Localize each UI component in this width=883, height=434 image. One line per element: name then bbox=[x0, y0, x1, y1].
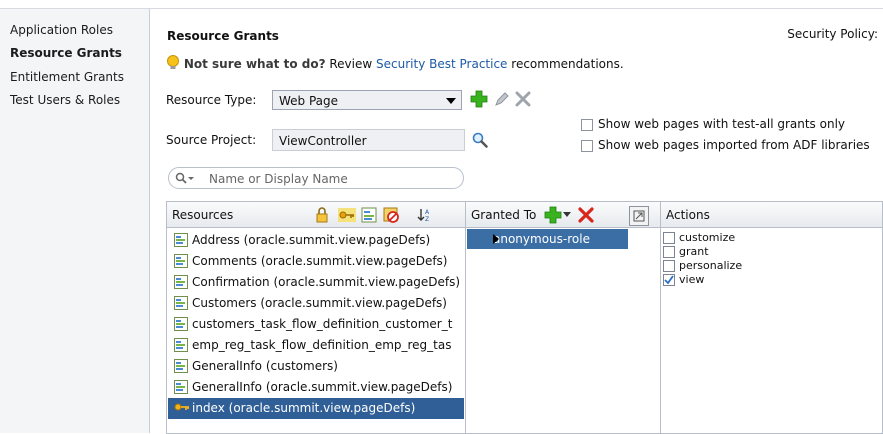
search-input[interactable]: Name or Display Name bbox=[168, 167, 464, 189]
source-project-value: ViewController bbox=[279, 134, 367, 148]
customize-checkbox[interactable] bbox=[663, 232, 675, 244]
lock-filter-icon[interactable] bbox=[313, 206, 331, 224]
resource-row[interactable]: Comments (oracle.summit.view.pageDefs) bbox=[168, 251, 464, 272]
show-test-all-label: Show web pages with test-all grants only bbox=[598, 117, 846, 131]
key-filter-icon[interactable] bbox=[338, 206, 356, 224]
resource-label: Comments (oracle.summit.view.pageDefs) bbox=[192, 254, 448, 268]
resource-row[interactable]: GeneralInfo (oracle.summit.view.pageDefs… bbox=[168, 377, 464, 398]
left-nav: Application Roles Resource Grants Entitl… bbox=[0, 9, 150, 433]
top-border bbox=[0, 0, 883, 9]
main-panel: Resource Grants Security Policy: Not sur… bbox=[150, 9, 883, 434]
expand-view-button[interactable] bbox=[629, 206, 649, 226]
resource-row[interactable]: Address (oracle.summit.view.pageDefs) bbox=[168, 230, 464, 251]
resource-label: GeneralInfo (customers) bbox=[192, 359, 338, 373]
search-dropdown-icon[interactable] bbox=[175, 172, 201, 188]
checkmark-icon bbox=[664, 275, 674, 285]
resource-row[interactable]: customers_task_flow_definition_customer_… bbox=[168, 314, 464, 335]
exclude-filter-icon[interactable] bbox=[382, 206, 400, 224]
nav-item-entitlement-grants[interactable]: Entitlement Grants bbox=[10, 70, 124, 84]
resource-label: customers_task_flow_definition_customer_… bbox=[192, 317, 453, 331]
resource-label: index (oracle.summit.view.pageDefs) bbox=[192, 401, 416, 415]
granted-to-header: Granted To bbox=[466, 202, 660, 228]
resource-type-value: Web Page bbox=[279, 94, 339, 108]
personalize-checkbox[interactable] bbox=[663, 260, 675, 272]
search-placeholder: Name or Display Name bbox=[209, 172, 348, 186]
page-def-icon bbox=[174, 254, 188, 271]
action-label: grant bbox=[679, 245, 709, 258]
security-policy-label: Security Policy: bbox=[787, 27, 878, 41]
add-grantee-button[interactable] bbox=[544, 206, 562, 224]
resource-row-selected[interactable]: index (oracle.summit.view.pageDefs) bbox=[168, 398, 464, 419]
browse-project-button[interactable] bbox=[472, 132, 488, 151]
resource-label: Address (oracle.summit.view.pageDefs) bbox=[192, 233, 431, 247]
delete-icon bbox=[515, 91, 531, 107]
add-grantee-dropdown-icon[interactable] bbox=[562, 206, 572, 224]
action-label: customize bbox=[679, 231, 736, 244]
grantee-label: anonymous-role bbox=[493, 232, 590, 246]
resource-row[interactable]: GeneralInfo (customers) bbox=[168, 356, 464, 377]
granted-to-column-label: Granted To bbox=[471, 208, 537, 222]
chevron-right-icon bbox=[493, 234, 499, 244]
search-icon bbox=[472, 132, 488, 148]
actions-header: Actions bbox=[661, 202, 882, 228]
page-def-icon bbox=[174, 317, 188, 334]
hint-rest: recommendations. bbox=[511, 57, 624, 71]
page-def-icon bbox=[174, 233, 188, 250]
hint-line: Not sure what to do? Review Security Bes… bbox=[166, 55, 624, 71]
page-title: Resource Grants bbox=[167, 29, 279, 43]
actions-column-label: Actions bbox=[666, 208, 710, 222]
security-best-practice-link[interactable]: Security Best Practice bbox=[376, 57, 507, 71]
resource-label: GeneralInfo (oracle.summit.view.pageDefs… bbox=[192, 380, 453, 394]
add-resource-type-button[interactable] bbox=[469, 89, 489, 109]
resource-row[interactable]: Confirmation (oracle.summit.view.pageDef… bbox=[168, 272, 464, 293]
chevron-down-icon bbox=[446, 98, 456, 104]
svg-text:Z: Z bbox=[425, 216, 429, 223]
nav-item-resource-grants[interactable]: Resource Grants bbox=[10, 46, 122, 60]
pencil-icon bbox=[495, 92, 509, 106]
show-test-all-checkbox[interactable] bbox=[581, 119, 593, 131]
resource-row[interactable]: emp_reg_task_flow_definition_emp_reg_tas bbox=[168, 335, 464, 356]
page-filter-icon[interactable] bbox=[360, 206, 378, 224]
grant-checkbox[interactable] bbox=[663, 246, 675, 258]
resources-header: Resources AZ bbox=[167, 202, 465, 228]
edit-resource-type-button[interactable] bbox=[492, 89, 512, 109]
page-def-icon bbox=[174, 359, 188, 376]
sort-icon[interactable]: AZ bbox=[416, 206, 434, 224]
page-def-icon bbox=[174, 380, 188, 397]
delete-resource-type-button[interactable] bbox=[513, 89, 533, 109]
source-project-label: Source Project: bbox=[166, 133, 257, 147]
page-def-icon bbox=[174, 338, 188, 355]
view-checkbox[interactable] bbox=[663, 274, 675, 286]
show-imported-label: Show web pages imported from ADF librari… bbox=[598, 138, 870, 152]
lightbulb-icon bbox=[166, 55, 184, 71]
svg-text:A: A bbox=[425, 209, 430, 216]
hint-review: Review bbox=[329, 57, 373, 71]
show-imported-checkbox[interactable] bbox=[581, 140, 593, 152]
grantee-row-selected[interactable]: anonymous-role bbox=[467, 229, 628, 249]
nav-item-application-roles[interactable]: Application Roles bbox=[10, 23, 113, 37]
resource-row[interactable]: Customers (oracle.summit.view.pageDefs) bbox=[168, 293, 464, 314]
page-def-icon bbox=[174, 296, 188, 313]
column-divider bbox=[465, 202, 466, 433]
resource-label: Customers (oracle.summit.view.pageDefs) bbox=[192, 296, 447, 310]
resource-label: Confirmation (oracle.summit.view.pageDef… bbox=[192, 275, 461, 289]
hint-question: Not sure what to do? bbox=[183, 57, 326, 71]
nav-item-test-users-roles[interactable]: Test Users & Roles bbox=[10, 93, 120, 107]
remove-grantee-button[interactable] bbox=[577, 206, 595, 224]
key-icon bbox=[174, 401, 190, 415]
resource-type-label: Resource Type: bbox=[166, 93, 257, 107]
resource-label: emp_reg_task_flow_definition_emp_reg_tas bbox=[192, 338, 452, 352]
source-project-field[interactable]: ViewController bbox=[272, 129, 465, 151]
action-label: personalize bbox=[679, 259, 743, 272]
resources-column-label: Resources bbox=[172, 208, 234, 222]
action-label: view bbox=[679, 273, 705, 286]
column-divider bbox=[660, 202, 661, 433]
add-icon bbox=[470, 90, 488, 108]
grants-grid: Resources AZ Granted To Actions Address … bbox=[166, 201, 883, 434]
page-def-icon bbox=[174, 275, 188, 292]
resource-type-select[interactable]: Web Page bbox=[272, 90, 462, 110]
